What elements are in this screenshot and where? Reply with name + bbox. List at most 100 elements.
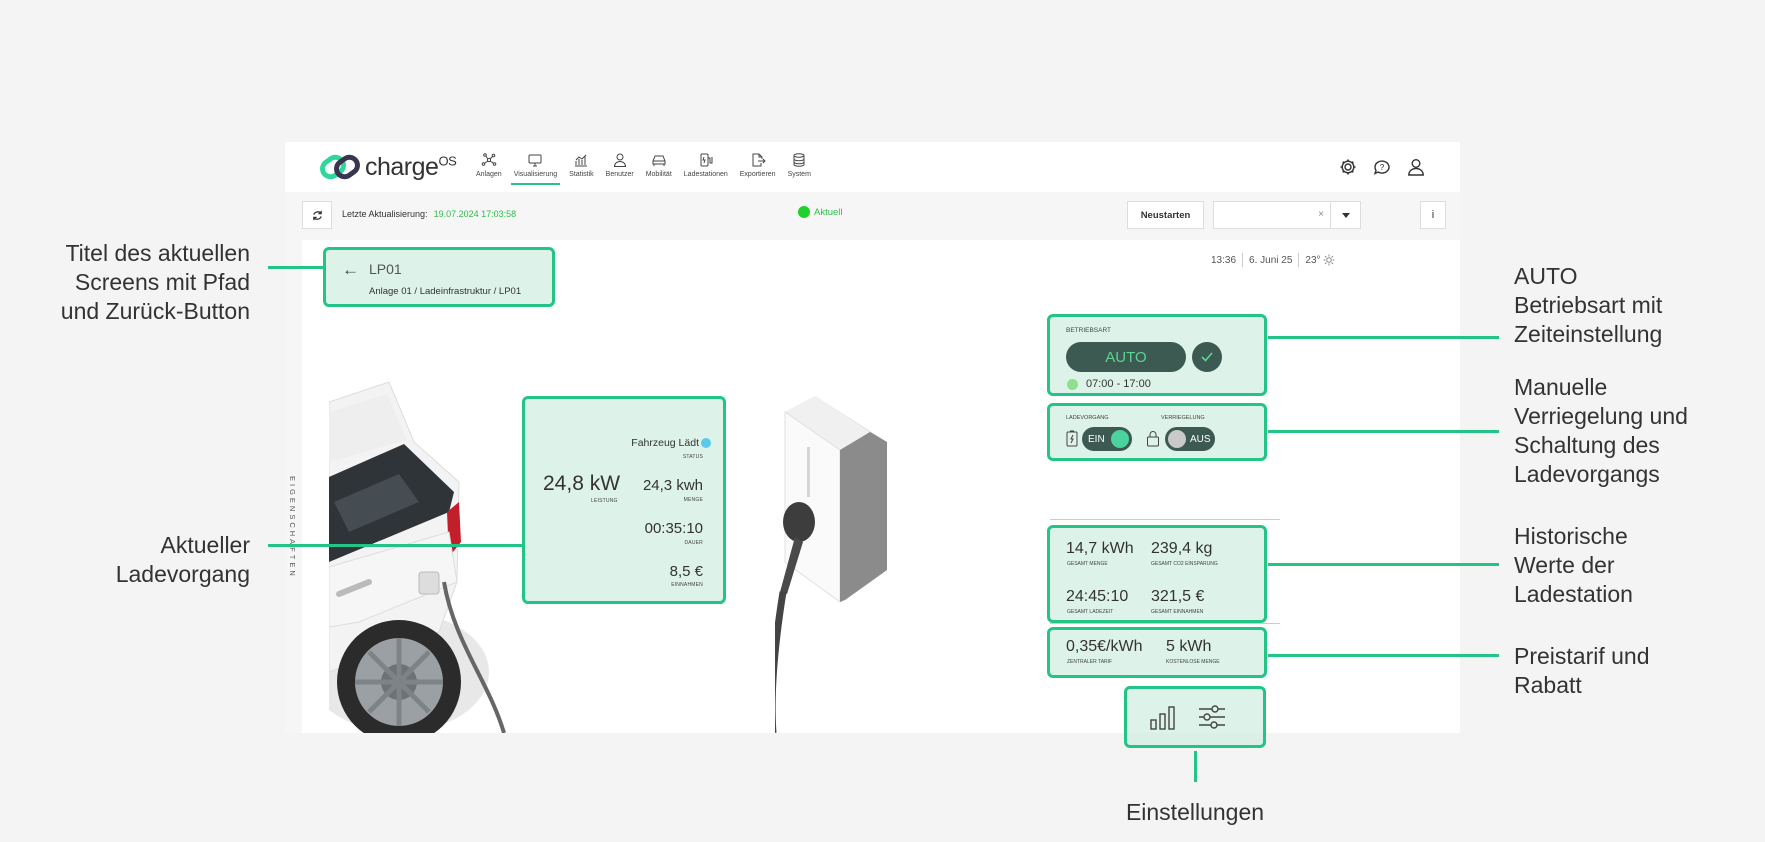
total-time-value: 24:45:10: [1066, 588, 1129, 605]
restart-button[interactable]: Neustarten: [1127, 201, 1204, 229]
schedule-dot: [1067, 378, 1078, 390]
car-icon: [652, 155, 666, 166]
car-illustration: [329, 382, 506, 733]
refresh-button[interactable]: [302, 201, 332, 229]
total-revenue-caption: GESAMT EINNAHMEN: [1151, 609, 1204, 615]
charge-duration-value: 00:35:10: [644, 520, 703, 537]
divider: [1050, 519, 1280, 520]
database-icon: [793, 153, 805, 167]
nav-system[interactable]: System: [788, 152, 811, 178]
svg-text:?: ?: [1380, 163, 1385, 172]
user-icon: [613, 153, 626, 167]
chain-logo-icon: [320, 154, 360, 180]
clock-date: 6. Juni 25: [1249, 254, 1293, 266]
charge-toggle-state: EIN: [1088, 433, 1105, 445]
export-icon: [752, 153, 766, 167]
callout-title: Titel des aktuellen Screens mit Pfad und…: [60, 240, 250, 324]
main-nav: Anlagen Visualisierung Statistik Benutze…: [476, 152, 823, 185]
callout-line-settings: [1194, 751, 1197, 782]
nav-exportieren[interactable]: Exportieren: [740, 152, 776, 178]
co2-value: 239,4 kg: [1151, 540, 1213, 557]
time-weather-bar: 13:36 6. Juni 25 23°: [1211, 253, 1335, 267]
co2-caption: GESAMT CO2 EINSPARUNG: [1151, 561, 1218, 567]
chargeos-logo[interactable]: chargeOS: [319, 150, 457, 184]
total-amount-caption: GESAMT MENGE: [1067, 561, 1108, 567]
nav-visualisierung[interactable]: Visualisierung: [510, 152, 561, 185]
callout-history: Historische Werte der Ladestation: [1514, 523, 1633, 607]
account-icon[interactable]: [1406, 157, 1426, 177]
last-update-label: Letzte Aktualisierung:: [342, 209, 428, 219]
clear-select-icon[interactable]: ×: [1318, 209, 1324, 220]
callout-manual: Manuelle Verriegelung und Schaltung des …: [1514, 374, 1688, 487]
top-navbar: chargeOS Anlagen Visualisierung Statisti…: [285, 142, 1460, 192]
status-dot: [798, 206, 810, 218]
info-button[interactable]: i: [1420, 201, 1446, 229]
properties-sidebar[interactable]: EIGENSCHAFTEN: [285, 240, 302, 733]
chart-icon: [575, 154, 588, 167]
wallbox-illustration: [775, 396, 887, 733]
lock-toggle-caption: VERRIEGELUNG: [1161, 415, 1205, 421]
total-revenue-value: 321,5 €: [1151, 588, 1205, 605]
manual-controls-card: LADEVORGANG EIN VERRIEGELUNG AUS: [1047, 403, 1267, 461]
nav-mobilitaet[interactable]: Mobilität: [646, 152, 672, 178]
charge-status-text: Fahrzeug Lädt: [631, 437, 699, 449]
callout-charge: Aktueller Ladevorgang: [115, 532, 250, 587]
back-arrow-icon[interactable]: ←: [342, 260, 359, 280]
check-icon: [1201, 352, 1213, 362]
charge-toggle-knob: [1111, 430, 1129, 448]
gear-icon[interactable]: [1338, 157, 1358, 177]
last-update: Letzte Aktualisierung: 19.07.2024 17:03:5…: [342, 209, 516, 219]
nav-ladestationen[interactable]: Ladestationen: [684, 152, 728, 178]
logo-wordmark: chargeOS: [365, 152, 457, 181]
free-amount-value: 5 kWh: [1166, 638, 1212, 655]
screen-title-box: ← LP01 Anlage 01 / Ladeinfrastruktur / L…: [323, 247, 555, 307]
charge-revenue-caption: EINNAHMEN: [671, 582, 703, 588]
auto-mode-button[interactable]: AUTO: [1066, 342, 1186, 372]
callout-settings: Einstellungen: [1125, 799, 1265, 825]
callout-tariff: Preistarif und Rabatt: [1514, 643, 1650, 698]
status-indicator: Aktuell: [798, 206, 843, 218]
callout-mode: AUTO Betriebsart mit Zeiteinstellung: [1514, 263, 1663, 347]
total-time-caption: GESAMT LADEZEIT: [1067, 609, 1114, 615]
status-text: Aktuell: [814, 206, 843, 218]
app-window: chargeOS Anlagen Visualisierung Statisti…: [285, 142, 1460, 733]
properties-label: EIGENSCHAFTEN: [288, 476, 297, 579]
divider: [1050, 623, 1280, 624]
network-icon: [481, 153, 497, 166]
chevron-down-icon[interactable]: [1330, 202, 1360, 228]
statistics-bars-icon[interactable]: [1149, 705, 1177, 731]
clock-time: 13:36: [1211, 254, 1237, 266]
sliders-settings-icon[interactable]: [1197, 703, 1227, 731]
total-amount-value: 14,7 kWh: [1066, 540, 1134, 557]
charge-power-value: 24,8 kW: [543, 472, 621, 495]
nav-anlagen[interactable]: Anlagen: [476, 152, 502, 178]
nav-benutzer[interactable]: Benutzer: [606, 152, 634, 178]
monitor-icon: [528, 154, 542, 167]
battery-charge-icon: [1066, 430, 1078, 447]
schedule-time: 07:00 - 17:00: [1086, 378, 1151, 390]
charge-status-dot: [701, 438, 711, 448]
mode-schedule[interactable]: 07:00 - 17:00: [1067, 378, 1151, 390]
lock-toggle[interactable]: AUS: [1165, 427, 1215, 451]
station-select[interactable]: ×: [1213, 201, 1361, 229]
charge-toggle[interactable]: EIN: [1082, 427, 1132, 451]
tariff-card: 0,35€/kWh ZENTRALER TARIF 5 kWh KOSTENLO…: [1047, 627, 1267, 678]
nav-statistik[interactable]: Statistik: [569, 152, 594, 178]
history-values-card: 14,7 kWh GESAMT MENGE 239,4 kg GESAMT CO…: [1047, 525, 1267, 623]
callout-line-title: [268, 266, 325, 269]
callout-line-history: [1268, 563, 1499, 566]
charge-status-caption: STATUS: [682, 454, 703, 460]
current-charge-card: Fahrzeug Lädt STATUS 24,8 kW LEISTUNG 24…: [522, 396, 726, 604]
confirm-mode-button[interactable]: [1192, 342, 1222, 372]
callout-line-charge: [268, 544, 524, 547]
charger-icon: [700, 153, 713, 167]
toolbar: Letzte Aktualisierung: 19.07.2024 17:03:5…: [285, 192, 1460, 240]
charge-revenue-value: 8,5 €: [669, 563, 703, 580]
sun-icon: [1323, 254, 1335, 266]
tariff-price-caption: ZENTRALER TARIF: [1067, 659, 1113, 665]
callout-line-manual: [1268, 430, 1499, 433]
callout-line-tariff: [1268, 654, 1499, 657]
help-chat-icon[interactable]: ?: [1372, 157, 1392, 177]
charge-amount-caption: MENGE: [683, 497, 703, 503]
nav-right-icons: ?: [1338, 157, 1426, 177]
